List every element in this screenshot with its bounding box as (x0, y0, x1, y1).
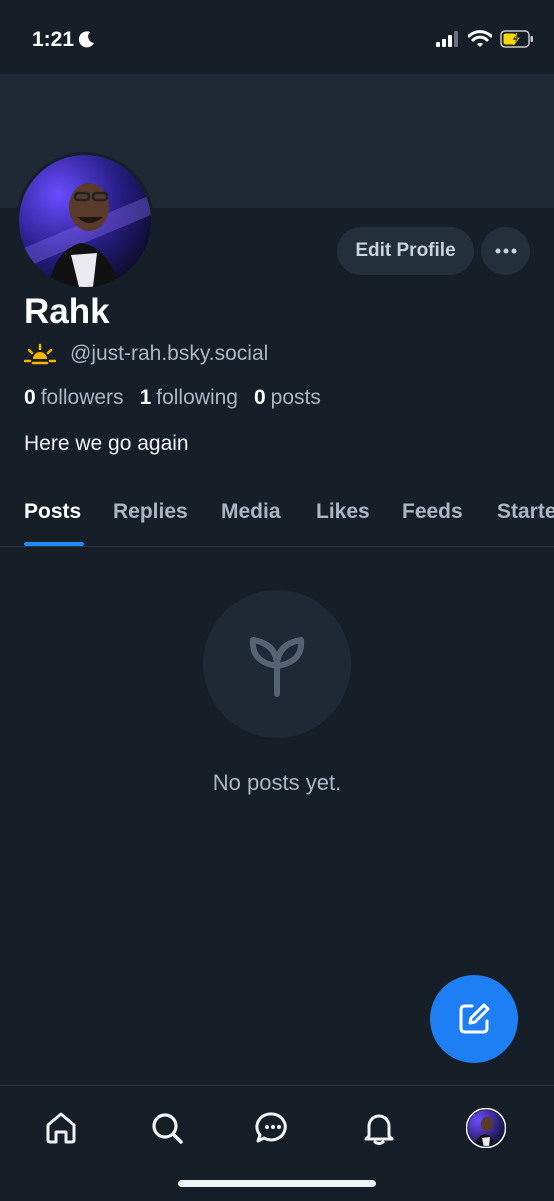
profile-avatar[interactable] (19, 155, 151, 287)
status-time: 1:21 (32, 28, 75, 51)
nav-profile[interactable] (464, 1106, 508, 1150)
tab-replies[interactable]: Replies (113, 500, 188, 524)
profile-stats: 0 followers 1 following 0 posts (24, 386, 321, 410)
followers-count: 0 (24, 386, 36, 409)
profile-tabs: Posts Replies Media Likes Feeds Starter … (0, 496, 554, 547)
posts-stat: 0 posts (254, 386, 321, 410)
following-label: following (156, 386, 238, 409)
tab-likes[interactable]: Likes (316, 500, 370, 524)
battery-icon (500, 30, 533, 48)
home-indicator (178, 1180, 376, 1187)
avatar (466, 1108, 506, 1148)
posts-count: 0 (253, 386, 266, 409)
wifi-icon (468, 30, 492, 47)
nav-home[interactable] (39, 1106, 83, 1150)
nav-search[interactable] (145, 1106, 189, 1150)
empty-state-message: No posts yet. (212, 770, 342, 795)
compose-post-button[interactable] (430, 975, 518, 1063)
active-tab-indicator (24, 542, 84, 546)
home-icon (46, 1112, 76, 1144)
chat-icon (255, 1112, 287, 1143)
search-icon (152, 1113, 183, 1144)
more-options-button[interactable] (481, 227, 530, 275)
profile-display-name: Rahk (24, 292, 110, 331)
status-icons (436, 30, 534, 48)
moon-icon (78, 31, 94, 48)
followers-stat[interactable]: 0 followers (24, 386, 124, 410)
empty-state-badge (203, 590, 351, 738)
nav-chat[interactable] (251, 1106, 295, 1150)
profile-bio: Here we go again (24, 432, 189, 455)
avatar-frame (16, 152, 154, 290)
following-count: 1 (139, 386, 152, 409)
profile-handle-row: @just-rah.bsky.social (24, 342, 268, 366)
following-stat[interactable]: 1 following (140, 386, 238, 410)
sprout-icon (249, 637, 305, 697)
posts-label: posts (270, 386, 321, 409)
bell-icon (364, 1114, 394, 1145)
status-bar: 1:21 (0, 0, 554, 74)
ellipsis-icon (495, 248, 516, 254)
tab-posts[interactable]: Posts (24, 500, 81, 524)
signal-icon (436, 31, 458, 47)
nav-notifications[interactable] (357, 1106, 401, 1150)
profile-handle: @just-rah.bsky.social (70, 342, 269, 365)
compose-icon (459, 1003, 490, 1034)
tab-starter-packs[interactable]: Starter Packs (497, 500, 554, 524)
edit-profile-button[interactable]: Edit Profile (337, 227, 474, 275)
tab-media[interactable]: Media (221, 500, 281, 524)
sunrise-icon (24, 343, 56, 365)
tab-feeds[interactable]: Feeds (402, 500, 463, 524)
followers-label: followers (40, 386, 124, 409)
